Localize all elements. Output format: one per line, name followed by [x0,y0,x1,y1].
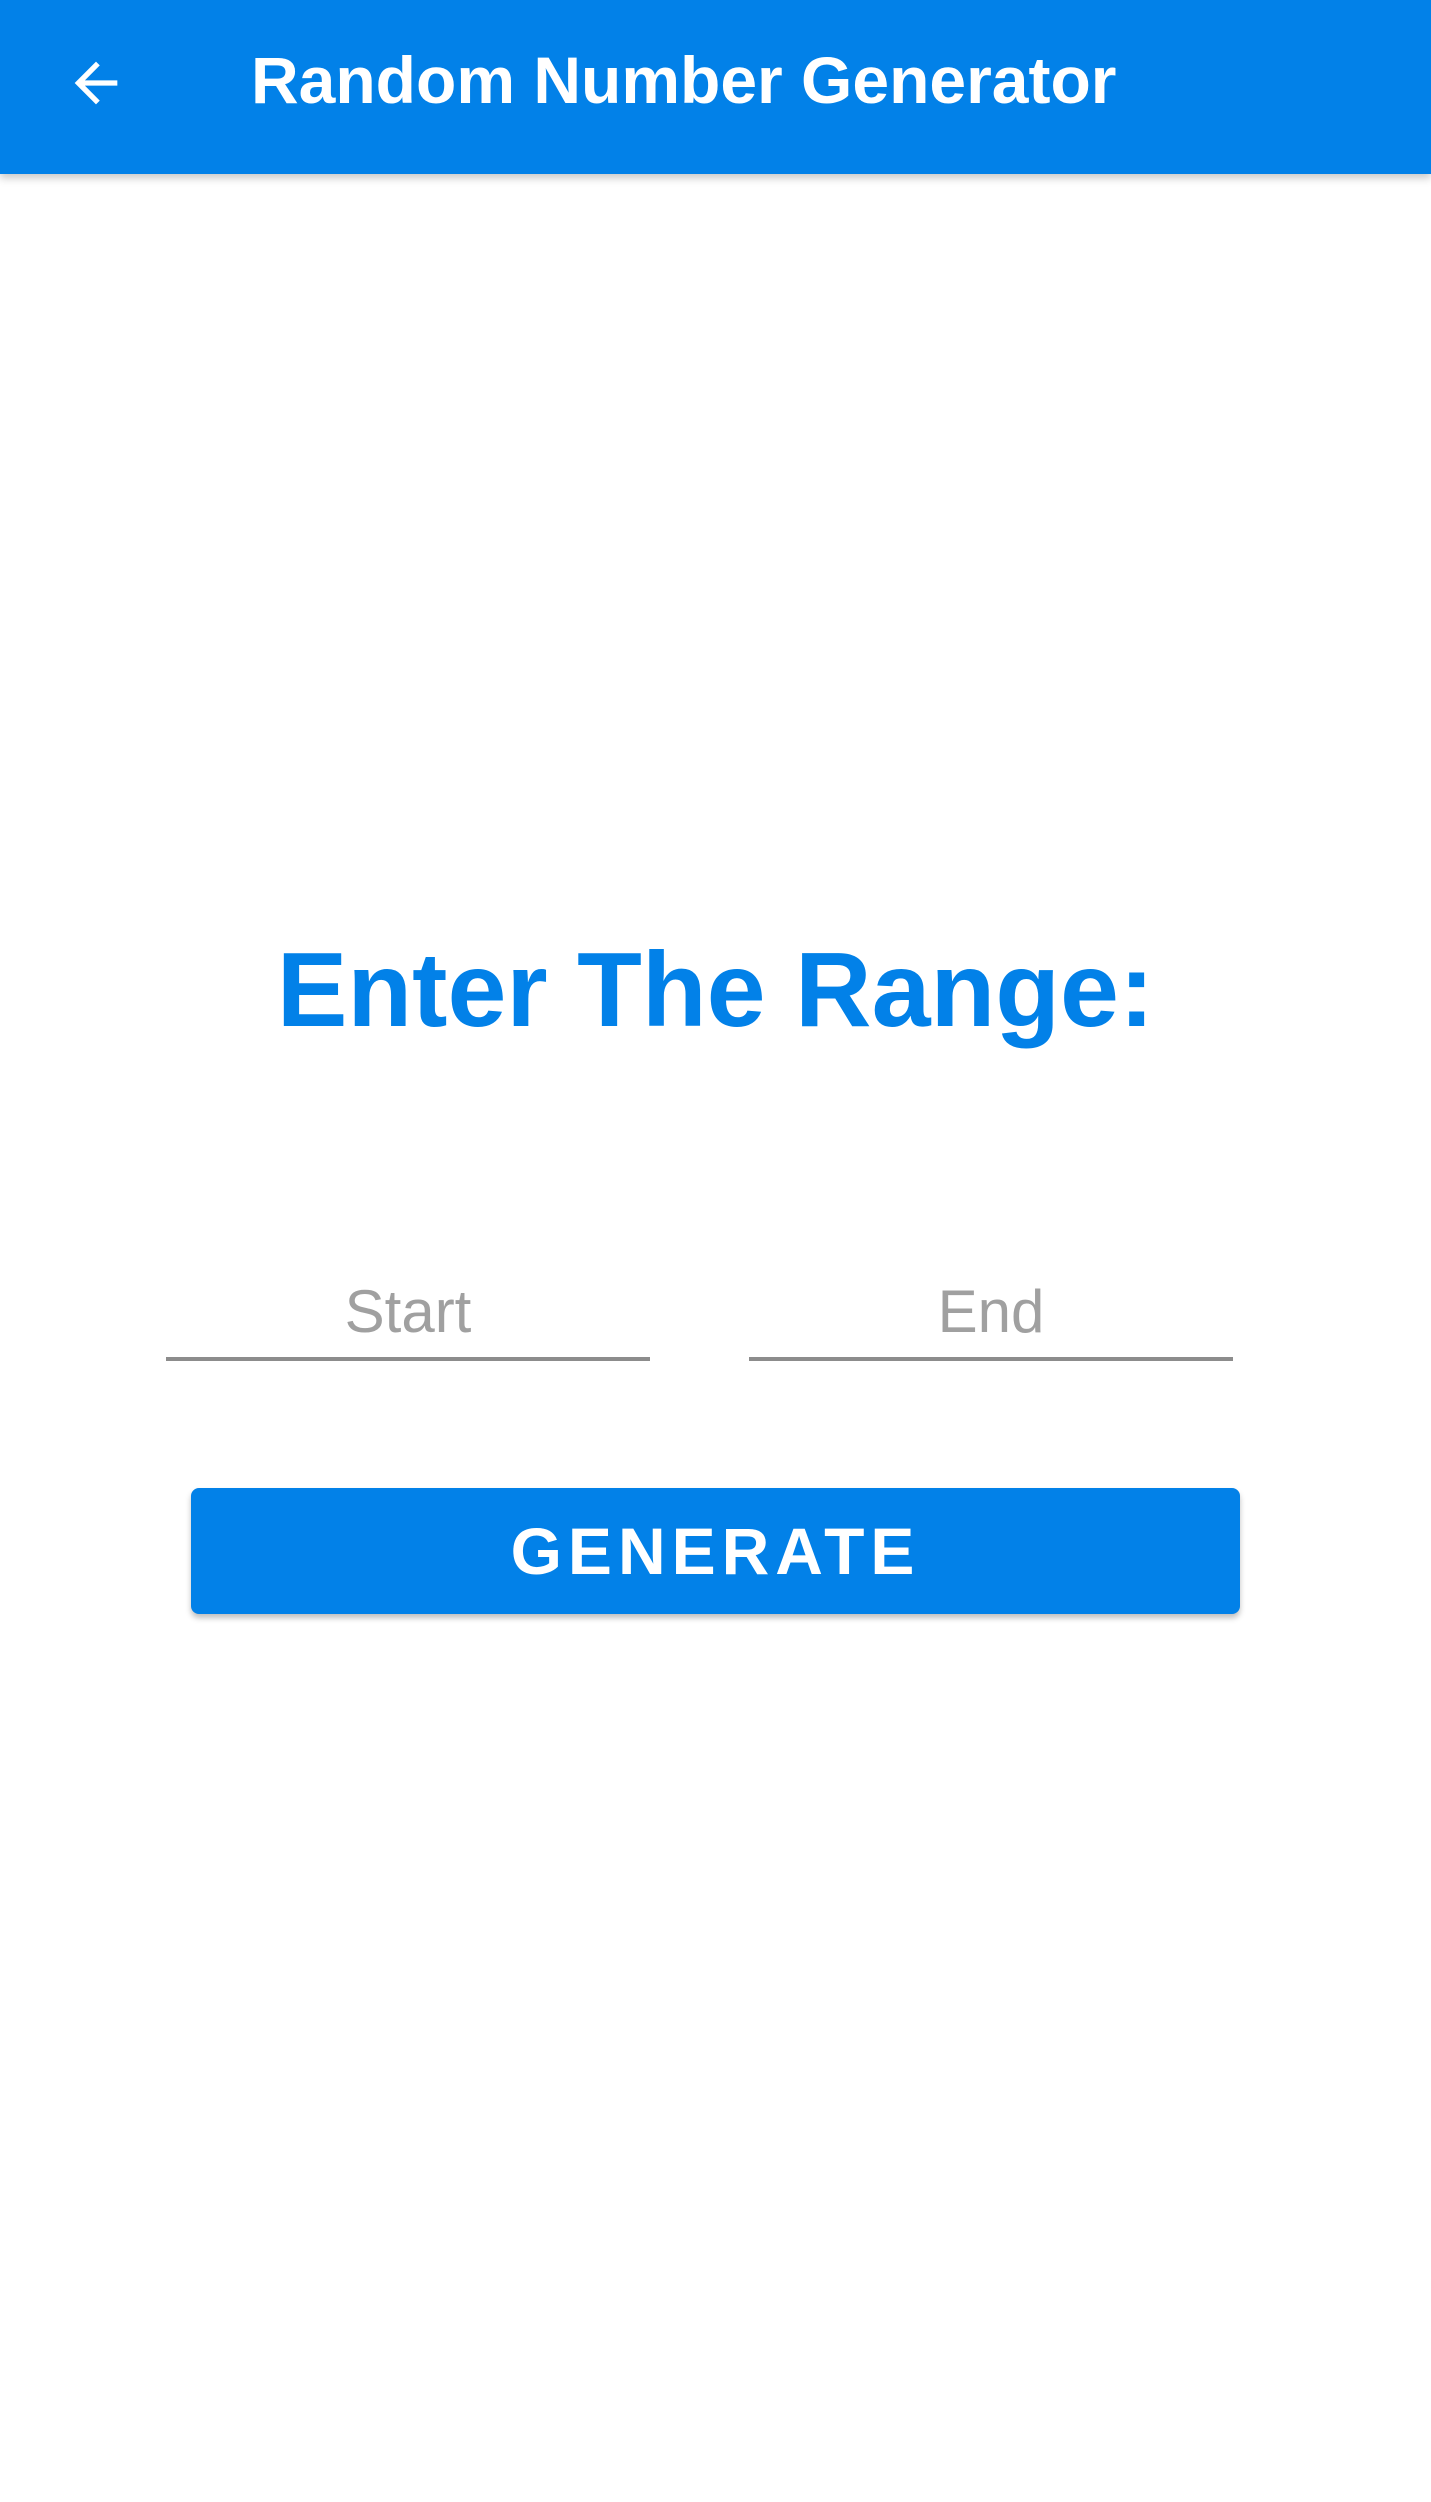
back-button[interactable] [48,35,144,131]
generate-button[interactable]: GENERATE [191,1488,1240,1614]
end-input[interactable] [749,1265,1233,1361]
arrow-left-icon [74,61,118,105]
range-heading: Enter The Range: [276,931,1155,1049]
start-input[interactable] [166,1265,650,1361]
app-bar: Random Number Generator [0,0,1431,174]
app-title: Random Number Generator [251,43,1117,117]
app-screen: Random Number Generator Enter The Range:… [0,0,1431,2502]
